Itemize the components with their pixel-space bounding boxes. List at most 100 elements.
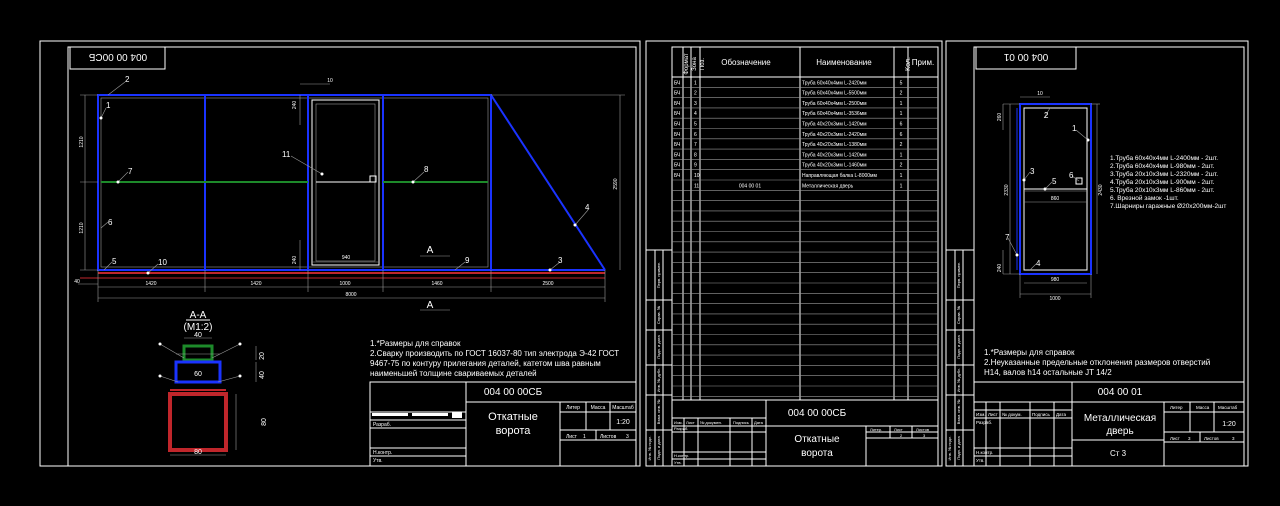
door-dim-1000: 1000 bbox=[1049, 296, 1060, 302]
table-row: БЧ 8 Труба 40х20х3мм L-1420мм 1 bbox=[674, 152, 903, 158]
tb2-h-list: Лист bbox=[686, 420, 695, 425]
tb3-nkontr: Н.контр. bbox=[976, 450, 993, 455]
section-crossbar-profile bbox=[182, 344, 214, 362]
row-quantity: 6 bbox=[900, 132, 903, 138]
tb2-name-line2: ворота bbox=[801, 448, 833, 459]
table-row: БЧ 4 Труба 60х40х4мм L-3536мм 1 bbox=[674, 111, 903, 117]
tb3-name-line1: Металлическая bbox=[1084, 413, 1156, 424]
row-position: 7 bbox=[694, 142, 697, 148]
tb2-h-listov: Листов bbox=[916, 427, 929, 432]
row-format: БЧ bbox=[674, 163, 680, 169]
sheet2-inner-frame bbox=[671, 46, 939, 467]
tb3-sheet-number: 3 bbox=[1188, 436, 1191, 441]
gate-dimensions bbox=[78, 83, 625, 311]
sheet3-titleblock: 004 00 01 Металлическая дверь Ст 3 Литер… bbox=[973, 381, 1245, 467]
door-part-1: 1.Труба 60х40х4мм L-2400мм - 2шт. bbox=[1110, 154, 1218, 162]
table-row: БЧ 3 Труба 60х40х4мм L-2500мм 1 bbox=[674, 101, 903, 107]
dim-940: 940 bbox=[342, 255, 351, 261]
tb1-scale-header: Масштаб bbox=[612, 405, 634, 411]
door-note-3: Н14, валов h14 остальные JT 14/2 bbox=[984, 368, 1112, 377]
row-name: Труба 40х20х3мм L-2420мм bbox=[802, 132, 867, 138]
callout-3: 3 bbox=[558, 256, 563, 265]
sheet-specification: Формат Зона Поз. Обозначение Наименовани… bbox=[645, 40, 943, 467]
tb1-sheets-label: Листов bbox=[600, 434, 617, 440]
table-row: БЧ 9 Труба 40х20х3мм L-1460мм 2 bbox=[674, 163, 903, 169]
tb3-h-scale: Масштаб bbox=[1218, 405, 1238, 410]
gate-callouts bbox=[99, 81, 589, 275]
row-quantity: 5 bbox=[900, 80, 903, 86]
tb2-utv: Утв. bbox=[674, 460, 682, 465]
tb2-sheet-number: 2 bbox=[900, 433, 903, 438]
tb3-h-doc: № докум. bbox=[1002, 412, 1022, 417]
side-label-orig: Инв. № подл. bbox=[647, 436, 652, 461]
door-part-2: 2.Труба 60х40х4мм L-980мм - 2шт. bbox=[1110, 162, 1215, 170]
tb2-h-izm: Изм. bbox=[674, 420, 683, 425]
tb2-razrab: Разраб. bbox=[674, 426, 688, 431]
row-format: БЧ bbox=[674, 101, 680, 107]
tb1-name-line1: Откатные bbox=[488, 411, 538, 423]
sheet2-border bbox=[645, 40, 943, 467]
tb3-name-line2: дверь bbox=[1106, 426, 1133, 437]
tb1-code: 004 00 00СБ bbox=[484, 387, 543, 398]
section-a-a: А-А (М1:2) 40 20 60 40 80 80 bbox=[158, 310, 268, 456]
dim-2500: 2500 bbox=[542, 281, 553, 287]
callout-9: 9 bbox=[465, 256, 470, 265]
tb1-name-line2: ворота bbox=[496, 425, 532, 437]
side-label-dup: Инв. № дубл. bbox=[656, 368, 661, 393]
tb3-h-izm: Изм. bbox=[976, 412, 986, 417]
tb3-h-massa: Масса bbox=[1196, 405, 1210, 410]
door-parts-list: 1.Труба 60х40х4мм L-2400мм - 2шт. 2.Труб… bbox=[1110, 154, 1226, 210]
dim-1210-bottom: 1210 bbox=[79, 222, 85, 233]
door-dim-860: 860 bbox=[1051, 196, 1060, 202]
table-row: БЧ 2 Труба 60х40х4мм L-5500мм 2 bbox=[674, 91, 903, 97]
row-name: Труба 60х40х4мм L-2500мм bbox=[802, 101, 867, 107]
row-quantity: 2 bbox=[900, 142, 903, 148]
s3-side-label-orig: Инв. № подл. bbox=[947, 436, 952, 461]
door-callout-1: 1 bbox=[1072, 124, 1077, 133]
s3-side-label-dup: Инв. № дубл. bbox=[956, 368, 961, 393]
tb2-name-line1: Откатные bbox=[794, 434, 840, 445]
tb3-material: Ст 3 bbox=[1110, 449, 1127, 458]
callout-10: 10 bbox=[158, 258, 167, 267]
door-part-5: 5.Труба 20х10х3мм L-860мм - 2шт. bbox=[1110, 186, 1215, 194]
tb2-nkontr: Н.контр. bbox=[674, 453, 689, 458]
door-callout-2: 2 bbox=[1044, 111, 1049, 120]
row-quantity: 2 bbox=[900, 163, 903, 169]
callout-4: 4 bbox=[585, 203, 590, 212]
note-3: 9467-75 по контуру прилегания деталей, к… bbox=[370, 359, 601, 368]
row-quantity: 6 bbox=[900, 122, 903, 128]
tb1-sheet-number: 1 bbox=[583, 434, 586, 440]
tb3-sheet-label: Лист bbox=[1170, 436, 1180, 441]
tb3-scale: 1:20 bbox=[1222, 421, 1236, 428]
door-note-1: 1.*Размеры для справок bbox=[984, 348, 1075, 357]
door-part-3: 3.Труба 20х10х3мм L-2320мм - 2шт. bbox=[1110, 170, 1218, 178]
dim-1210-top: 1210 bbox=[79, 136, 85, 147]
tb2-h-doc: № докумен. bbox=[700, 420, 722, 425]
door-dim-2330: 2330 bbox=[1004, 184, 1010, 195]
tb3-sheets-label: Листов bbox=[1204, 436, 1219, 441]
dim-8000: 8000 bbox=[345, 292, 356, 298]
tb1-nkontr: Н.контр. bbox=[373, 450, 392, 456]
row-position: 3 bbox=[694, 101, 697, 107]
row-position: 1 bbox=[694, 80, 697, 86]
spec-header-designation: Обозначение bbox=[721, 58, 771, 67]
dim-1420-b: 1420 bbox=[250, 281, 261, 287]
row-name: Направляющая балка L-8000мм bbox=[802, 173, 877, 179]
row-format: БЧ bbox=[674, 91, 680, 97]
gate-callout-labels: 1 2 3 4 5 6 7 8 9 10 11 А А bbox=[106, 75, 590, 311]
row-name: Труба 40х20х3мм L-1420мм bbox=[802, 122, 867, 128]
tb1-utv: Утв. bbox=[373, 458, 383, 464]
dim-240-top: 240 bbox=[292, 101, 298, 110]
row-quantity: 1 bbox=[900, 173, 903, 179]
table-row: БЧ 10 Направляющая балка L-8000мм 1 bbox=[674, 173, 903, 179]
section-dim-40-side: 40 bbox=[259, 371, 266, 379]
row-position: 6 bbox=[694, 132, 697, 138]
row-quantity: 1 bbox=[900, 111, 903, 117]
section-dim-20: 20 bbox=[259, 352, 266, 360]
section-dim-80-side: 80 bbox=[261, 418, 268, 426]
table-row: БЧ 5 Труба 40х20х3мм L-1420мм 6 bbox=[674, 122, 903, 128]
row-position: 2 bbox=[694, 91, 697, 97]
row-name: Труба 60х40х4мм L-5500мм bbox=[802, 91, 867, 97]
sheet3-mirror-stamp: 004 00 01 bbox=[1003, 51, 1048, 62]
tb2-h-litera: Литер. bbox=[870, 427, 882, 432]
